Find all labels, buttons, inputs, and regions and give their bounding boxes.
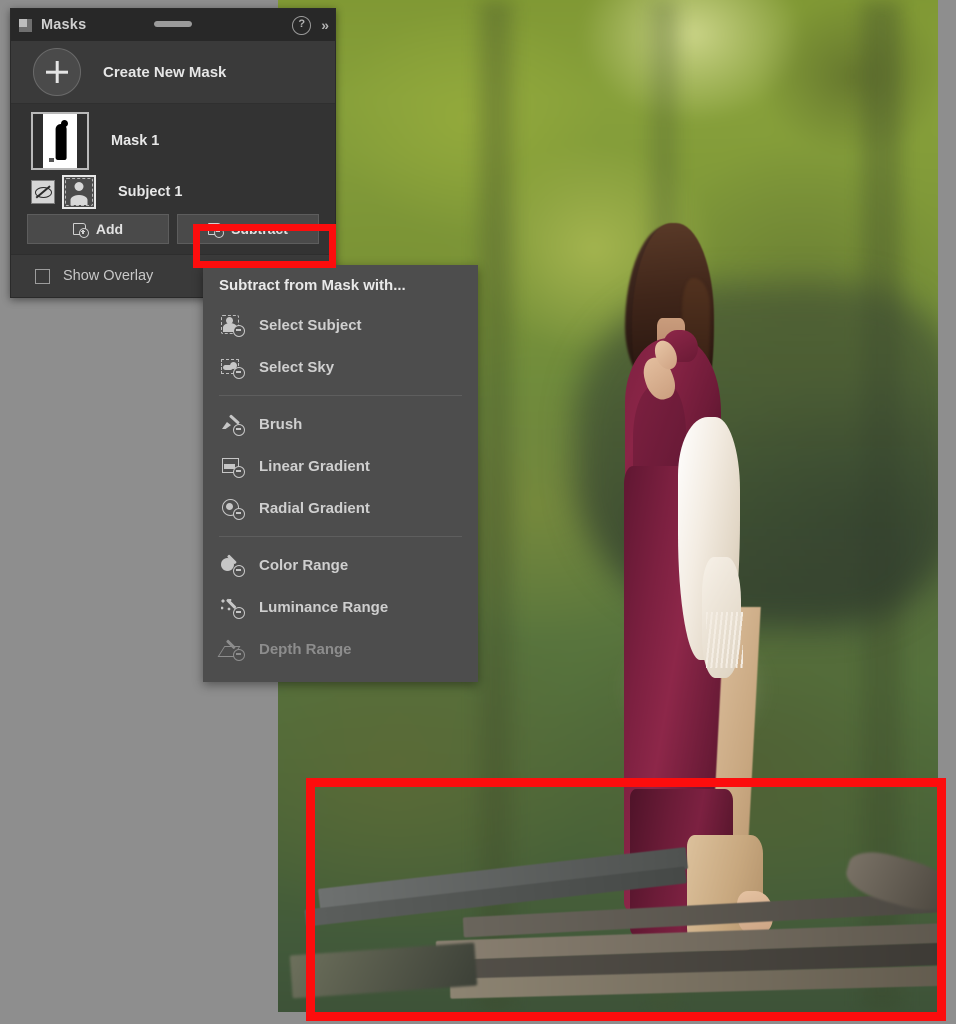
create-new-mask-label: Create New Mask — [103, 63, 227, 81]
subject-scarf-fringe — [705, 612, 743, 668]
subject-thumbnail-icon[interactable] — [62, 175, 96, 209]
collapse-chevron-icon[interactable]: » — [321, 17, 329, 33]
mask-thumbnail-silhouette[interactable] — [31, 112, 89, 170]
drag-handle-icon[interactable] — [154, 21, 192, 27]
select-subject-icon — [221, 315, 245, 337]
menu-item-label: Linear Gradient — [259, 457, 370, 475]
mask-list-item[interactable]: Mask 1 — [11, 112, 335, 170]
context-menu-title: Subtract from Mask with... — [219, 277, 406, 294]
add-button[interactable]: Add — [27, 214, 169, 244]
add-button-label: Add — [95, 221, 124, 237]
subtract-context-menu: Subtract from Mask with... Select Subjec… — [203, 265, 478, 682]
create-new-mask-button[interactable]: Create New Mask — [11, 41, 335, 104]
brush-icon — [221, 414, 245, 436]
mask-name-label: Mask 1 — [111, 133, 160, 149]
subject-thumb-head — [74, 182, 84, 191]
thumb-bar-left — [33, 114, 43, 168]
luminance-range-icon — [221, 597, 245, 619]
show-overlay-label: Show Overlay — [63, 268, 154, 284]
show-overlay-checkbox[interactable] — [35, 268, 50, 284]
app-root: Masks ? » Create New Mask Mask 1 Subject… — [0, 0, 956, 1024]
select-sky-icon — [221, 357, 245, 379]
panel-header-actions: ? » — [292, 9, 329, 41]
menu-item-label: Luminance Range — [259, 598, 389, 616]
subject-thumb-body — [70, 195, 88, 205]
menu-item-select-subject[interactable]: Select Subject — [203, 304, 478, 346]
subtract-button-highlight-rectangle — [193, 224, 336, 268]
color-range-icon — [221, 554, 245, 577]
menu-item-label: Depth Range — [259, 640, 352, 658]
menu-item-luminance-range[interactable]: Luminance Range — [203, 586, 478, 628]
linear-gradient-icon — [221, 456, 245, 478]
photo-bottom-highlight-rectangle — [306, 778, 946, 1021]
thumb-dot — [49, 158, 54, 162]
plus-circle-icon[interactable] — [33, 48, 81, 96]
thumb-figure-body — [55, 123, 67, 161]
radial-gradient-icon — [221, 498, 245, 520]
menu-item-label: Brush — [259, 415, 303, 433]
menu-item-label: Color Range — [259, 556, 349, 574]
menu-item-depth-range: Depth Range — [203, 628, 478, 670]
menu-item-linear-gradient[interactable]: Linear Gradient — [203, 445, 478, 487]
masks-panel-header[interactable]: Masks ? » — [11, 9, 335, 41]
menu-item-select-sky[interactable]: Select Sky — [203, 346, 478, 388]
menu-item-label: Select Sky — [259, 358, 335, 376]
menu-item-radial-gradient[interactable]: Radial Gradient — [203, 487, 478, 529]
menu-divider — [219, 536, 462, 537]
menu-item-color-range[interactable]: Color Range — [203, 544, 478, 586]
menu-divider — [219, 395, 462, 396]
mask-component-item-subject[interactable]: Subject 1 — [11, 170, 335, 214]
mask-component-label: Subject 1 — [118, 184, 183, 200]
panel-title: Masks — [41, 17, 87, 33]
depth-range-icon — [217, 639, 245, 661]
thumb-bar-right — [77, 114, 87, 168]
menu-item-label: Select Subject — [259, 316, 362, 334]
panel-square-icon — [19, 18, 32, 32]
menu-item-label: Radial Gradient — [259, 499, 370, 517]
menu-item-brush[interactable]: Brush — [203, 403, 478, 445]
add-mask-icon — [72, 222, 89, 238]
help-icon[interactable]: ? — [292, 15, 312, 35]
eye-slash-icon[interactable] — [31, 180, 55, 204]
